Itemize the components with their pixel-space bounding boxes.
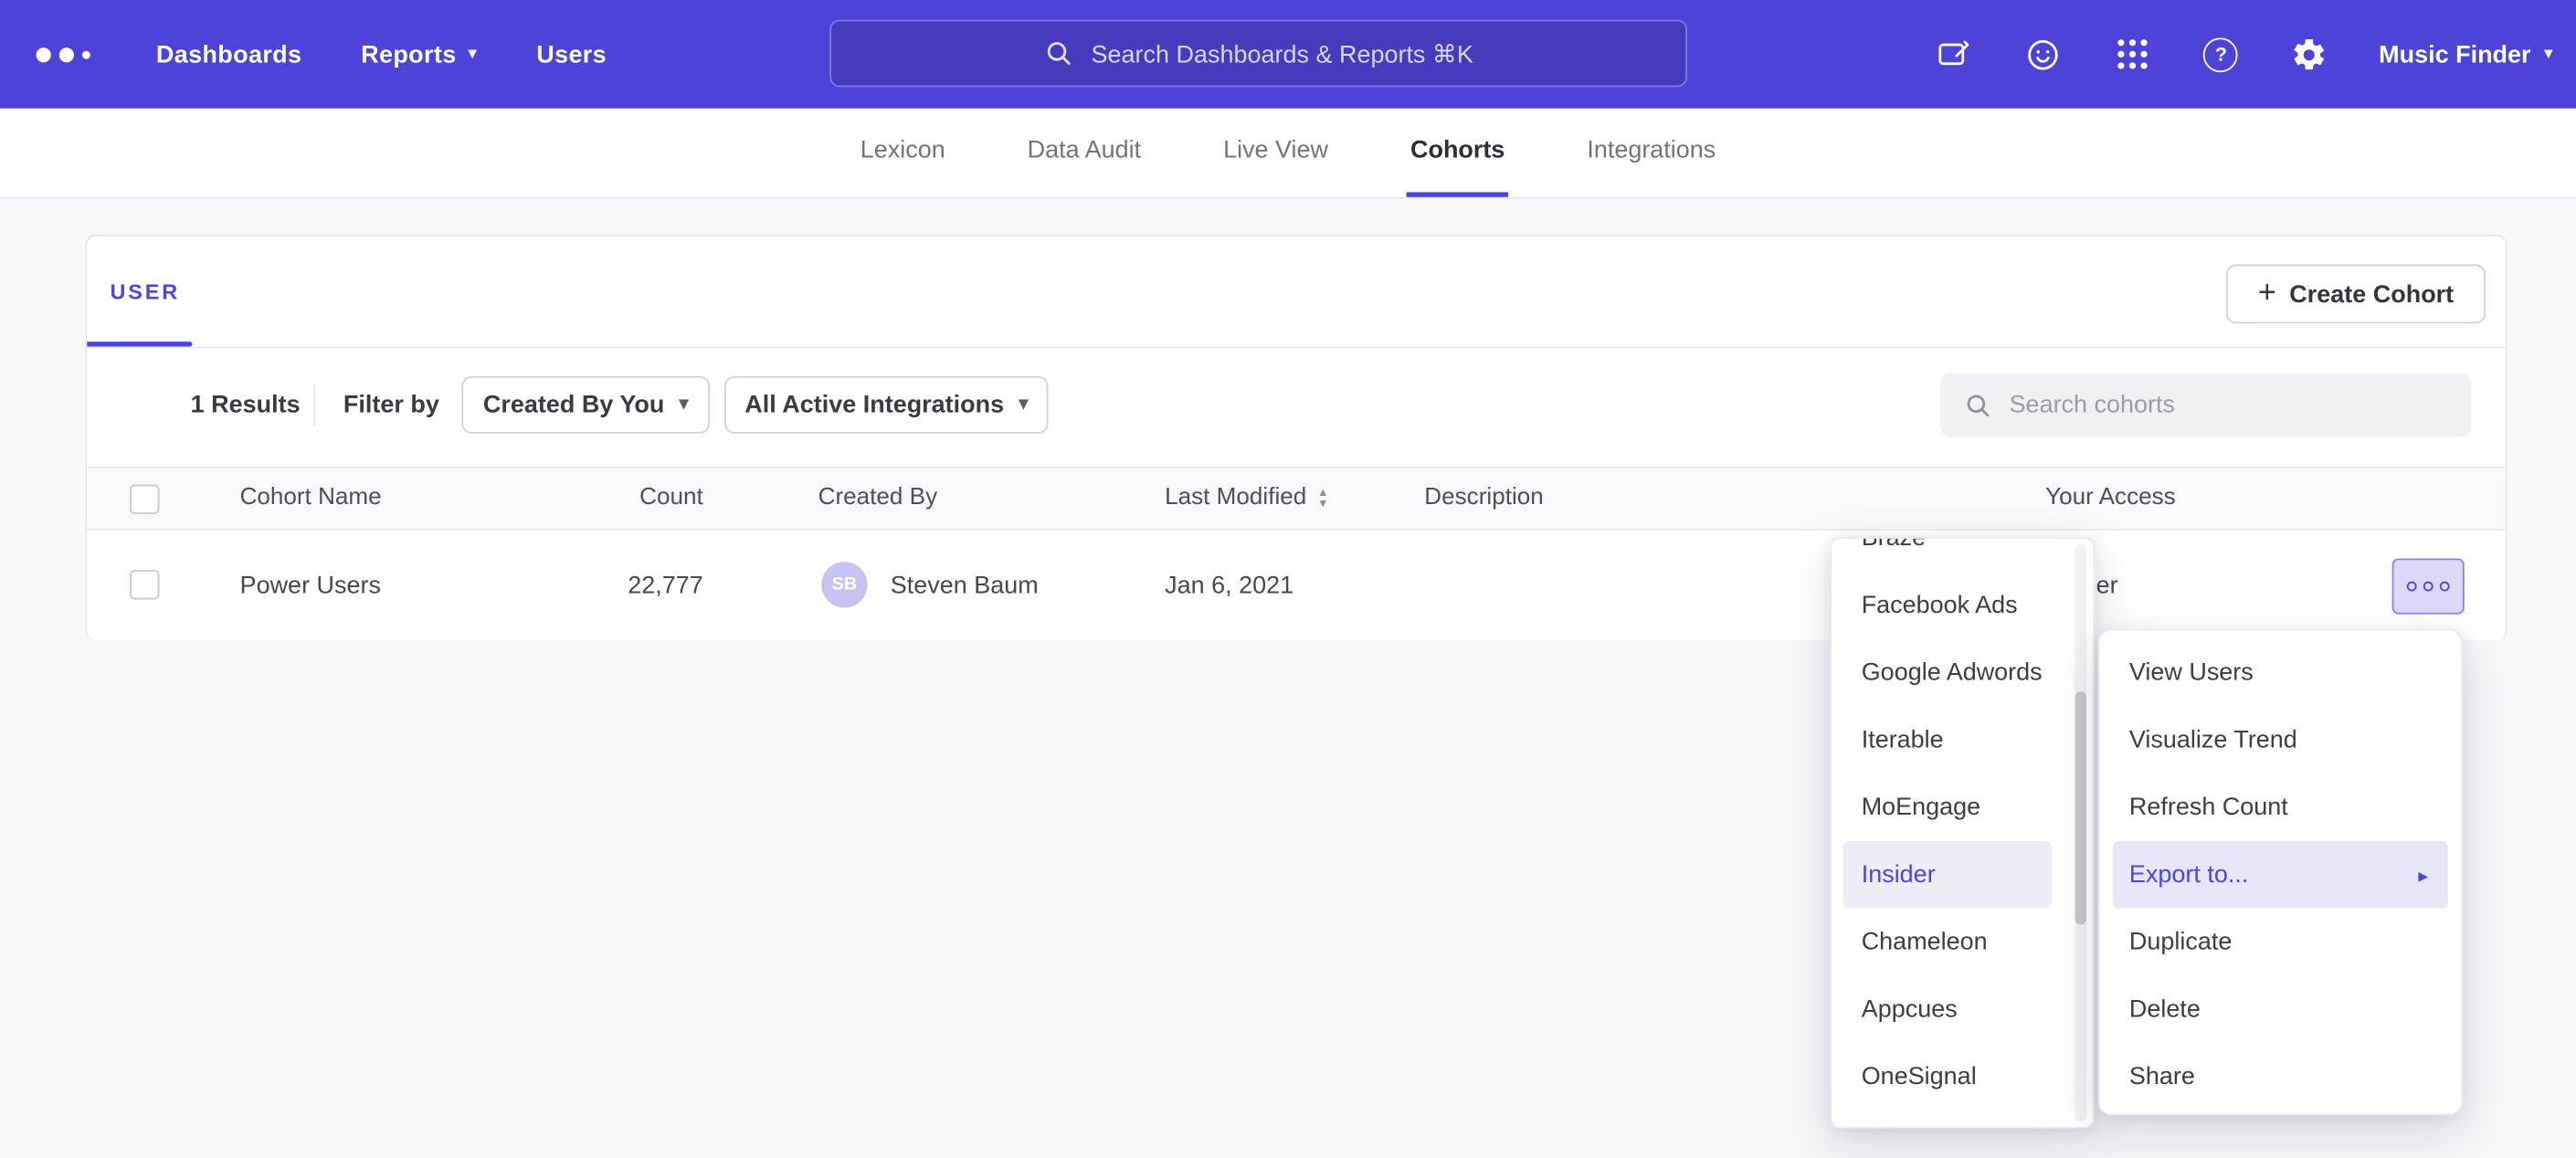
nav-users[interactable]: Users	[536, 40, 607, 68]
page-body: USER + Create Cohort 1 Results Filter by…	[0, 199, 2576, 1158]
col-cohort-name: Cohort Name	[240, 468, 382, 530]
table-header: Cohort Name Count Created By Last Modifi…	[87, 467, 2505, 531]
menu-item-appcues[interactable]: Appcues	[1832, 975, 2093, 1043]
filter-row: 1 Results Filter by Created By You ▾ All…	[87, 373, 2505, 437]
divider	[314, 384, 316, 426]
global-search-input[interactable]: Search Dashboards & Reports ⌘K	[829, 20, 1687, 88]
created-by-filter-dropdown[interactable]: Created By You ▾	[461, 376, 710, 434]
scrollbar-thumb[interactable]	[2075, 691, 2087, 924]
menu-item-braze[interactable]: Braze	[1832, 537, 2093, 572]
integrations-filter-label: All Active Integrations	[744, 391, 1004, 419]
menu-item-facebook-ads[interactable]: Facebook Ads	[1832, 572, 2093, 639]
top-right-cluster: ? Music Finder ▾	[1936, 0, 2553, 109]
search-icon	[1963, 390, 1992, 419]
logo-dot	[82, 50, 90, 58]
menu-item-duplicate[interactable]: Duplicate	[2099, 909, 2461, 976]
logo-dot	[59, 47, 74, 61]
more-options-icon	[2407, 582, 2417, 592]
created-by-filter-label: Created By You	[483, 391, 664, 419]
created-by-value: Steven Baum	[891, 531, 1039, 640]
avatar: SB	[821, 562, 867, 607]
tab-lexicon[interactable]: Lexicon	[857, 109, 948, 197]
tab-user-cohorts[interactable]: USER	[110, 279, 179, 304]
app-root: Dashboards Reports ▾ Users Search Dashbo…	[0, 0, 2576, 1158]
question-glyph: ?	[2215, 43, 2227, 66]
table-row: Power Users 22,777 SB Steven Baum Jan 6,…	[87, 531, 2505, 640]
more-options-button[interactable]	[2392, 558, 2465, 614]
plus-icon: +	[2258, 277, 2276, 308]
submenu-arrow-icon: ▸	[2418, 863, 2428, 886]
search-cohorts-placeholder: Search cohorts	[2010, 391, 2175, 419]
mixpanel-logo-icon[interactable]	[37, 47, 90, 61]
menu-item-share[interactable]: Share	[2099, 1043, 2461, 1111]
row-checkbox[interactable]	[130, 570, 159, 599]
integrations-filter-dropdown[interactable]: All Active Integrations ▾	[724, 376, 1048, 434]
chevron-down-icon: ▾	[2544, 45, 2553, 63]
feedback-smiley-icon[interactable]	[2024, 35, 2064, 74]
export-destinations-menu: Braze Facebook Ads Google Adwords Iterab…	[1831, 537, 2096, 1128]
col-your-access: Your Access	[2045, 468, 2176, 530]
export-to-label: Export to...	[2129, 860, 2248, 889]
cohort-context-menu: View Users Visualize Trend Refresh Count…	[2098, 629, 2463, 1115]
menu-item-export-to[interactable]: Export to... ▸	[2113, 841, 2448, 909]
sort-icon[interactable]: ▴▾	[1320, 487, 1326, 510]
cohort-name-link[interactable]: Power Users	[240, 531, 381, 640]
create-cohort-label: Create Cohort	[2289, 280, 2454, 309]
col-created-by: Created By	[818, 468, 937, 530]
main-nav: Dashboards Reports ▾ Users	[156, 40, 607, 68]
global-search-placeholder: Search Dashboards & Reports ⌘K	[1092, 38, 1473, 68]
col-last-modified: Last Modified ▴▾	[1165, 468, 1326, 530]
last-modified-label: Last Modified	[1165, 485, 1306, 511]
chevron-down-icon: ▾	[1019, 395, 1028, 414]
search-icon	[1043, 37, 1074, 68]
menu-item-moengage[interactable]: MoEngage	[1832, 774, 2093, 841]
menu-item-view-users[interactable]: View Users	[2099, 639, 2461, 707]
top-nav: Dashboards Reports ▾ Users Search Dashbo…	[0, 0, 2576, 109]
results-count: 1 Results	[191, 373, 301, 437]
create-cohort-button[interactable]: + Create Cohort	[2226, 265, 2486, 324]
chevron-down-icon: ▾	[468, 45, 477, 63]
menu-item-google-adwords[interactable]: Google Adwords	[1832, 639, 2093, 707]
project-switcher[interactable]: Music Finder ▾	[2379, 40, 2553, 68]
nav-dashboards[interactable]: Dashboards	[156, 40, 302, 68]
menu-item-delete[interactable]: Delete	[2099, 975, 2461, 1043]
nav-reports-label: Reports	[361, 40, 456, 68]
apps-grid-icon[interactable]	[2113, 35, 2152, 74]
tab-integrations[interactable]: Integrations	[1584, 109, 1719, 197]
divider	[87, 346, 2505, 348]
menu-item-refresh-count[interactable]: Refresh Count	[2099, 774, 2461, 841]
select-all-checkbox[interactable]	[130, 485, 159, 514]
col-count: Count	[547, 468, 703, 530]
tab-data-audit[interactable]: Data Audit	[1024, 109, 1145, 197]
logo-dot	[37, 47, 51, 61]
chevron-down-icon: ▾	[679, 395, 688, 414]
help-icon[interactable]: ?	[2201, 35, 2241, 74]
tab-cohorts[interactable]: Cohorts	[1407, 109, 1508, 197]
cohort-count: 22,777	[547, 531, 703, 640]
col-description: Description	[1424, 468, 1543, 530]
nav-reports[interactable]: Reports ▾	[361, 40, 477, 68]
export-destinations-list: Braze Facebook Ads Google Adwords Iterab…	[1832, 537, 2093, 1111]
cohorts-card: USER + Create Cohort 1 Results Filter by…	[86, 235, 2507, 640]
settings-gear-icon[interactable]	[2290, 35, 2329, 74]
last-modified-value: Jan 6, 2021	[1165, 531, 1293, 640]
search-cohorts-input[interactable]: Search cohorts	[1940, 373, 2471, 437]
menu-item-chameleon[interactable]: Chameleon	[1832, 909, 2093, 976]
project-name: Music Finder	[2379, 40, 2530, 68]
section-tabs: Lexicon Data Audit Live View Cohorts Int…	[0, 109, 2576, 199]
menu-item-visualize-trend[interactable]: Visualize Trend	[2099, 706, 2461, 774]
menu-item-insider[interactable]: Insider	[1843, 841, 2052, 909]
menu-item-iterable[interactable]: Iterable	[1832, 706, 2093, 774]
filter-by-label: Filter by	[343, 373, 439, 437]
tab-live-view[interactable]: Live View	[1219, 109, 1331, 197]
report-edit-icon[interactable]	[1936, 35, 1975, 74]
menu-item-onesignal[interactable]: OneSignal	[1832, 1043, 2093, 1111]
